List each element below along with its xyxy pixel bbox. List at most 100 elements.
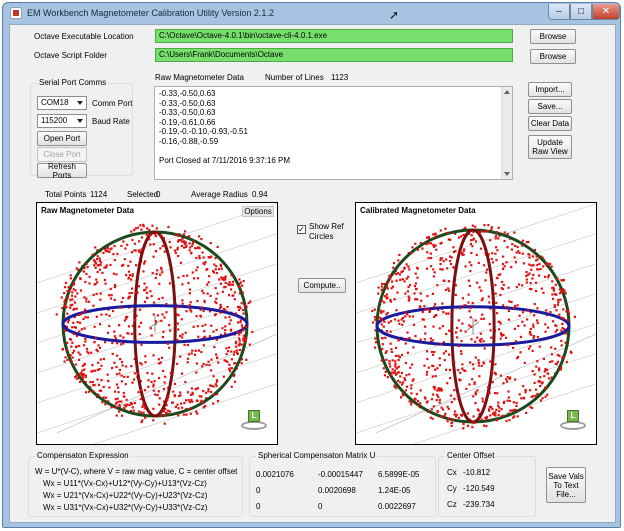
data-point [169,246,172,249]
octave-script-path-field[interactable]: C:\Users\Frank\Documents\Octave [155,48,513,62]
matrix-cell: 0 [318,502,323,511]
data-point [440,241,443,244]
data-point [431,292,434,295]
compensation-line: Wx = U31*(Vx-Cx)+U32*(Vy-Cy)+U33*(Vz-Cz) [43,503,208,512]
com-port-select[interactable]: COM18 [37,96,87,110]
raw-data-line: -0.33,-0.50,0.63 [159,108,216,118]
data-point [194,247,197,250]
data-point [530,395,533,398]
raw-data-textarea[interactable]: -0.33,-0.50,0.63 -0.33,-0.50,0.63 -0.33,… [154,86,513,180]
baud-rate-select[interactable]: 115200 [37,114,87,128]
update-raw-view-button[interactable]: Update Raw View [528,135,572,159]
close-port-button[interactable]: Close Port [37,147,87,162]
data-point [488,392,491,395]
data-point [79,313,82,316]
compute-button[interactable]: Compute.. [298,278,346,293]
data-point [66,348,69,352]
data-point [439,258,442,262]
data-point [498,406,501,409]
clear-data-button[interactable]: Clear Data [528,116,572,131]
close-button[interactable]: ✕ [592,4,620,20]
octave-exe-path-field[interactable]: C:\Octave\Octave-4.0.1\bin\octave-cli-4.… [155,29,513,43]
data-point [479,247,483,250]
view-cube-icon[interactable]: L [567,410,579,422]
scroll-down-icon[interactable] [504,172,510,176]
data-point [510,248,514,251]
data-point [103,278,107,282]
calibrated-plot-title: Calibrated Magnetometer Data [360,206,476,215]
refresh-ports-button[interactable]: Refresh Ports [37,162,87,180]
data-point [152,385,155,388]
data-point [137,410,140,413]
data-point [514,408,517,412]
data-point [184,380,187,384]
raw-data-plot[interactable]: Raw Magnetometer Data Options L [36,202,278,445]
data-point [176,338,179,341]
data-point [187,399,190,402]
data-point [120,343,123,346]
save-button[interactable]: Save... [528,99,572,114]
data-point [487,224,490,227]
maximize-button[interactable]: □ [570,4,592,20]
data-point [91,380,95,384]
data-point [113,245,116,248]
raw-data-scrollbar[interactable] [501,87,512,179]
data-point [373,346,377,349]
data-point [168,282,172,285]
data-point [394,346,398,350]
data-point [393,369,397,372]
data-point [395,309,398,312]
data-point [110,294,113,297]
data-point [123,395,126,398]
data-point [121,364,124,367]
view-cube-icon[interactable]: L [248,410,260,422]
data-point [195,269,198,272]
data-point [435,248,438,251]
data-point [566,318,569,322]
scroll-up-icon[interactable] [504,90,510,94]
data-point [123,375,126,379]
title-bar[interactable]: EM Workbench Magnetometer Calibration Ut… [3,3,620,23]
data-point [502,401,505,405]
data-point [137,249,140,252]
data-point [223,359,226,362]
minimize-button[interactable]: – [548,4,570,20]
show-ref-circles-checkbox[interactable]: ✓ [297,225,306,234]
data-point [130,251,134,254]
save-vals-button[interactable]: Save Vals To Text File... [546,467,586,503]
data-point [454,415,458,418]
data-point [223,286,226,289]
data-point [525,241,528,244]
open-port-button[interactable]: Open Port [37,131,87,146]
data-point [565,360,568,364]
data-point [444,350,448,353]
data-point [202,309,205,313]
data-point [468,383,471,386]
data-point [395,279,398,282]
import-button[interactable]: Import... [528,82,572,97]
browse-exe-button[interactable]: Browse [530,29,576,44]
data-point [125,273,128,277]
data-point [383,320,386,323]
data-point [429,337,432,340]
data-point [391,285,395,288]
data-point [400,371,404,375]
data-point [122,240,125,243]
calibrated-data-plot[interactable]: Calibrated Magnetometer Data L [355,202,597,445]
data-point [213,345,216,349]
data-point [516,304,519,307]
browse-script-button[interactable]: Browse [530,49,576,64]
data-point [446,267,449,270]
selected-value: 0 [156,190,161,199]
data-point [183,240,186,243]
data-point [204,323,207,326]
data-point [496,249,499,252]
data-point [540,287,543,290]
data-point [133,249,136,252]
data-point [70,345,73,348]
data-point [127,325,131,328]
data-point [237,285,240,288]
options-button[interactable]: Options [242,206,274,217]
data-point [410,384,413,387]
data-point [182,274,185,278]
